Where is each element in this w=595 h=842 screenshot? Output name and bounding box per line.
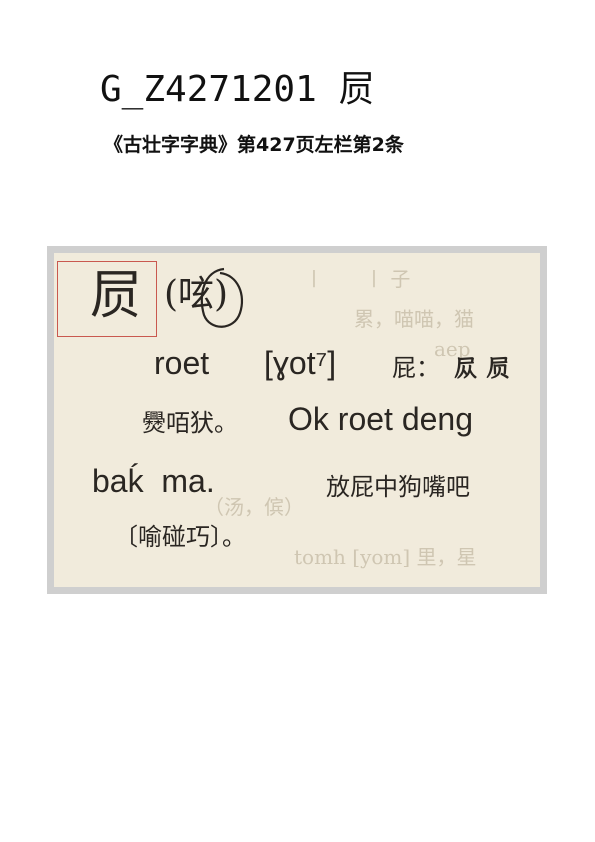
glyph-code: G_Z4271201 <box>100 69 317 110</box>
example-romanization-cont: baḱ ma. <box>92 463 215 499</box>
header-glyph: 屃 <box>338 69 375 110</box>
usage-note: 〔喻碰巧〕。 <box>114 523 246 551</box>
show-through-text: （汤，傧） <box>204 495 304 519</box>
headword: 屃 <box>90 266 143 326</box>
scan-frame: 〡 〡 子 累，喵喵，猫 aep （汤，傧） tomh [yom] 里，星 屃 … <box>47 246 547 594</box>
show-through-text: 累，喵喵，猫 <box>354 307 474 331</box>
show-through-text: tomh [yom] 里，星 <box>294 545 477 569</box>
source-citation: 《古壮字字典》第427页左栏第2条 <box>104 134 404 156</box>
gloss-label: 屁： <box>392 354 440 382</box>
ipa-transcription: [ɣot⁷] <box>264 345 337 381</box>
handwritten-circle-mark <box>200 267 244 328</box>
romanization: roet <box>154 345 210 381</box>
example-chars: 㸑咟犾。 <box>142 409 238 437</box>
dictionary-scan: 〡 〡 子 累，喵喵，猫 aep （汤，傧） tomh [yom] 里，星 屃 … <box>54 253 540 587</box>
example-translation: 放屁中狗嘴吧 <box>326 473 470 501</box>
gloss-chars: 𪨊 屃 <box>454 354 511 382</box>
show-through-text: 〡 〡 子 <box>304 267 411 291</box>
page-title: G_Z4271201 屃 <box>100 60 375 112</box>
example-romanization: Ok roet deng <box>288 401 473 437</box>
